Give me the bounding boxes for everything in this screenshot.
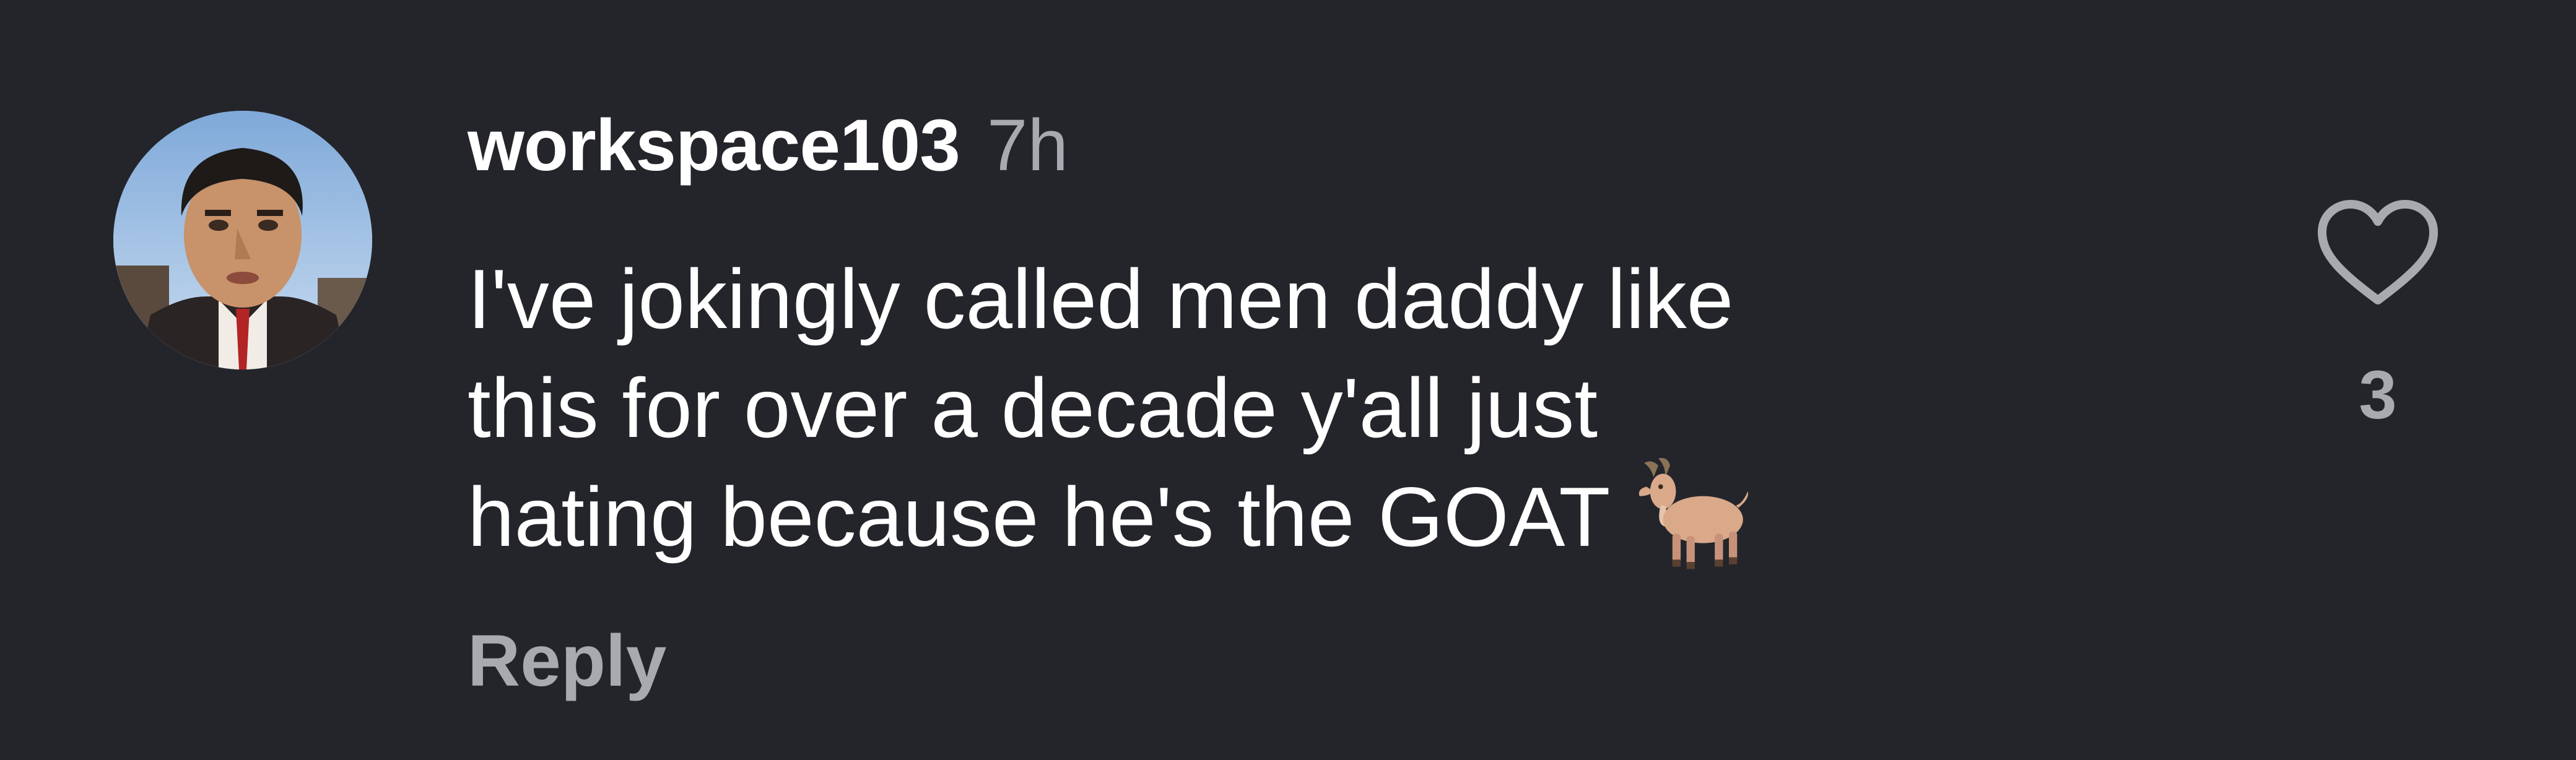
like-area: 3 xyxy=(2316,198,2440,446)
goat-icon xyxy=(1635,456,1752,574)
username[interactable]: workspace103 xyxy=(468,103,960,188)
comment-item: workspace103 7h I've jokingly called men… xyxy=(0,0,2576,760)
heart-icon[interactable] xyxy=(2316,198,2440,309)
comment-text-line-content: hating because he's the GOAT xyxy=(468,470,1611,564)
timestamp: 7h xyxy=(986,105,1069,186)
avatar[interactable] xyxy=(113,111,372,369)
comment-header: workspace103 7h xyxy=(468,99,1068,192)
comment-text-line-last: hating because he's the GOAT xyxy=(468,458,2078,571)
reply-button[interactable]: Reply xyxy=(468,619,666,703)
like-count: 3 xyxy=(2359,357,2397,433)
comment-body: I've jokingly called men daddy like this… xyxy=(468,244,2078,571)
comment-text-line: this for over a decade y'all just xyxy=(468,361,1598,455)
comment-text-line: I've jokingly called men daddy like xyxy=(468,252,1734,346)
